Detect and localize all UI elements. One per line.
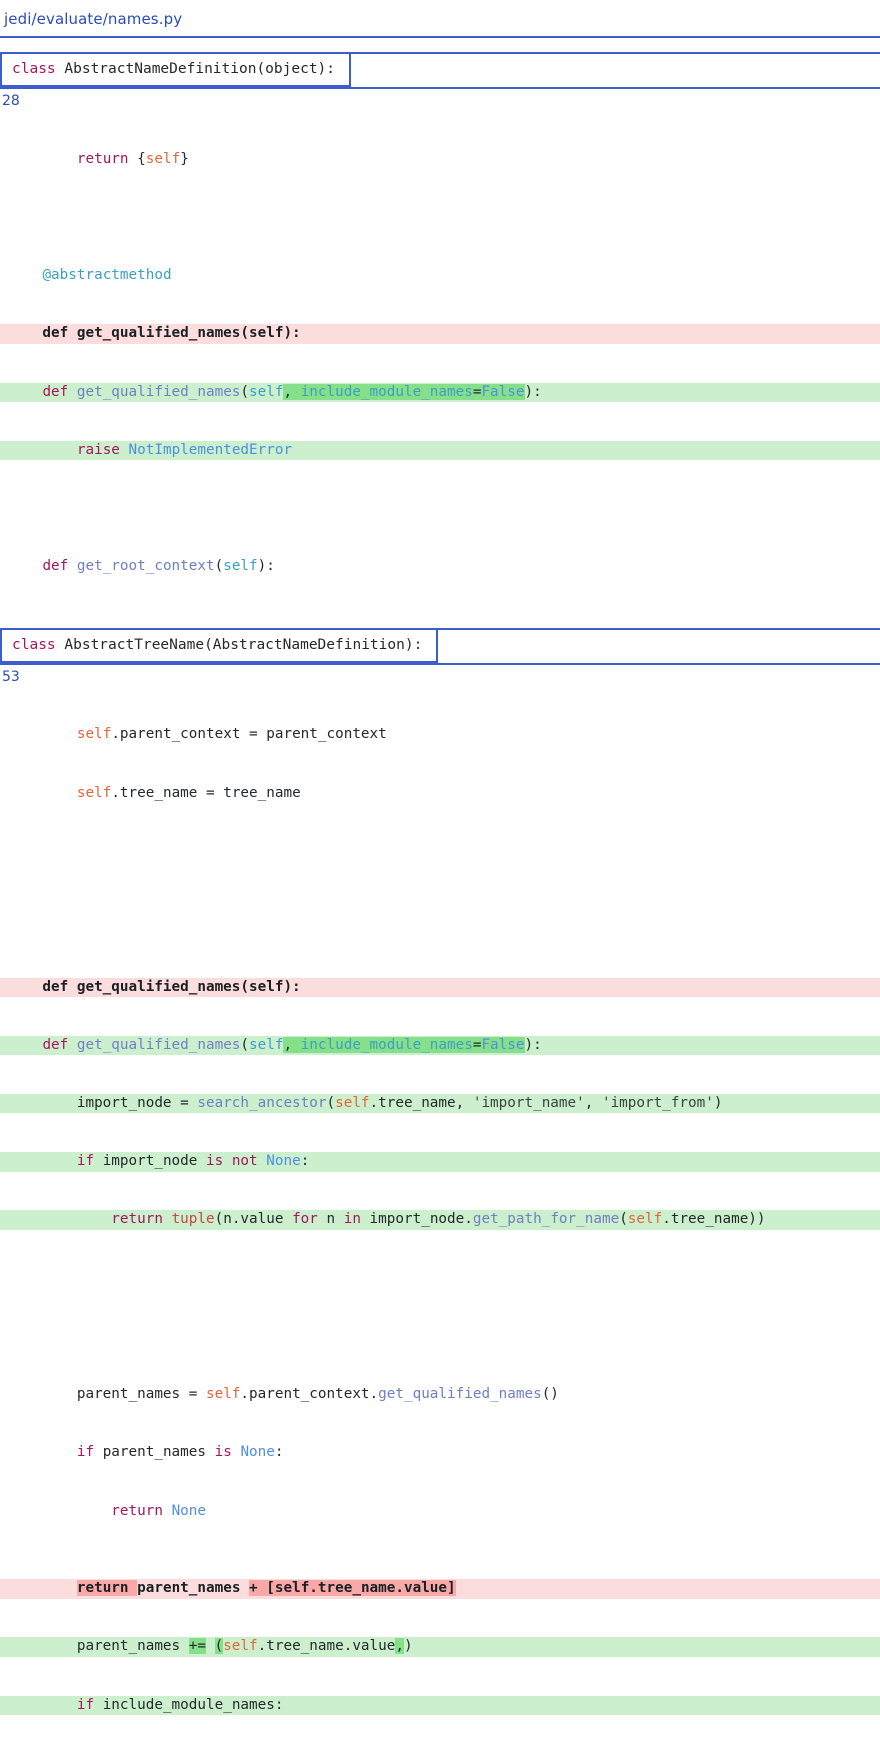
code-line-added: import_node = search_ancestor(self.tree_… xyxy=(0,1094,880,1113)
hunk1-context-header: class AbstractNameDefinition(object): xyxy=(0,54,351,87)
hunk2-code: self.parent_context = parent_context sel… xyxy=(0,687,880,1754)
code-line: return None xyxy=(0,1502,880,1521)
hunk2-context-header-text: AbstractTreeName(AbstractNameDefinition)… xyxy=(64,637,422,653)
hunk2-header-wrap: class AbstractTreeName(AbstractNameDefin… xyxy=(0,630,880,663)
code-line-removed: def get_qualified_names(self): xyxy=(0,324,880,343)
code-line-added: raise NotImplementedError xyxy=(0,441,880,460)
code-line: @abstractmethod xyxy=(0,266,880,285)
code-line-removed: def get_qualified_names(self): xyxy=(0,978,880,997)
hunk2-line-number: 53 xyxy=(0,665,880,687)
diff-viewer: jedi/evaluate/names.py class AbstractNam… xyxy=(0,0,880,877)
code-line: if parent_names is None: xyxy=(0,1443,880,1462)
code-line-blank xyxy=(0,499,880,518)
code-line-blank xyxy=(0,900,880,919)
hunk1-line-number: 28 xyxy=(0,89,880,111)
code-line-added: return tuple(n.value for n in import_nod… xyxy=(0,1210,880,1229)
code-line-blank xyxy=(0,208,880,227)
code-line: def get_root_context(self): xyxy=(0,557,880,576)
code-line: self.tree_name = tree_name xyxy=(0,784,880,803)
hunk2-context-header: class AbstractTreeName(AbstractNameDefin… xyxy=(0,630,438,663)
hunk1-header-wrap: class AbstractNameDefinition(object): xyxy=(0,54,880,87)
code-line: self.parent_context = parent_context xyxy=(0,725,880,744)
hunk1-spacer xyxy=(0,38,880,52)
hunk2-spacer xyxy=(0,616,880,628)
hunk1-code: return {self} @abstractmethod def get_qu… xyxy=(0,111,880,616)
code-line-removed: return parent_names + [self.tree_name.va… xyxy=(0,1579,880,1598)
code-line: return {self} xyxy=(0,150,880,169)
code-line-blank xyxy=(0,1327,880,1346)
code-line-added: if import_node is not None: xyxy=(0,1152,880,1171)
hunk1-context-header-text: AbstractNameDefinition(object): xyxy=(64,61,335,77)
code-line: parent_names = self.parent_context.get_q… xyxy=(0,1385,880,1404)
code-line-added: parent_names += (self.tree_name.value,) xyxy=(0,1637,880,1656)
code-line-added: def get_qualified_names(self, include_mo… xyxy=(0,1036,880,1055)
code-line-added: if include_module_names: xyxy=(0,1696,880,1715)
file-path-title: jedi/evaluate/names.py xyxy=(0,0,880,36)
code-line-added: def get_qualified_names(self, include_mo… xyxy=(0,383,880,402)
code-line-blank xyxy=(0,842,880,861)
